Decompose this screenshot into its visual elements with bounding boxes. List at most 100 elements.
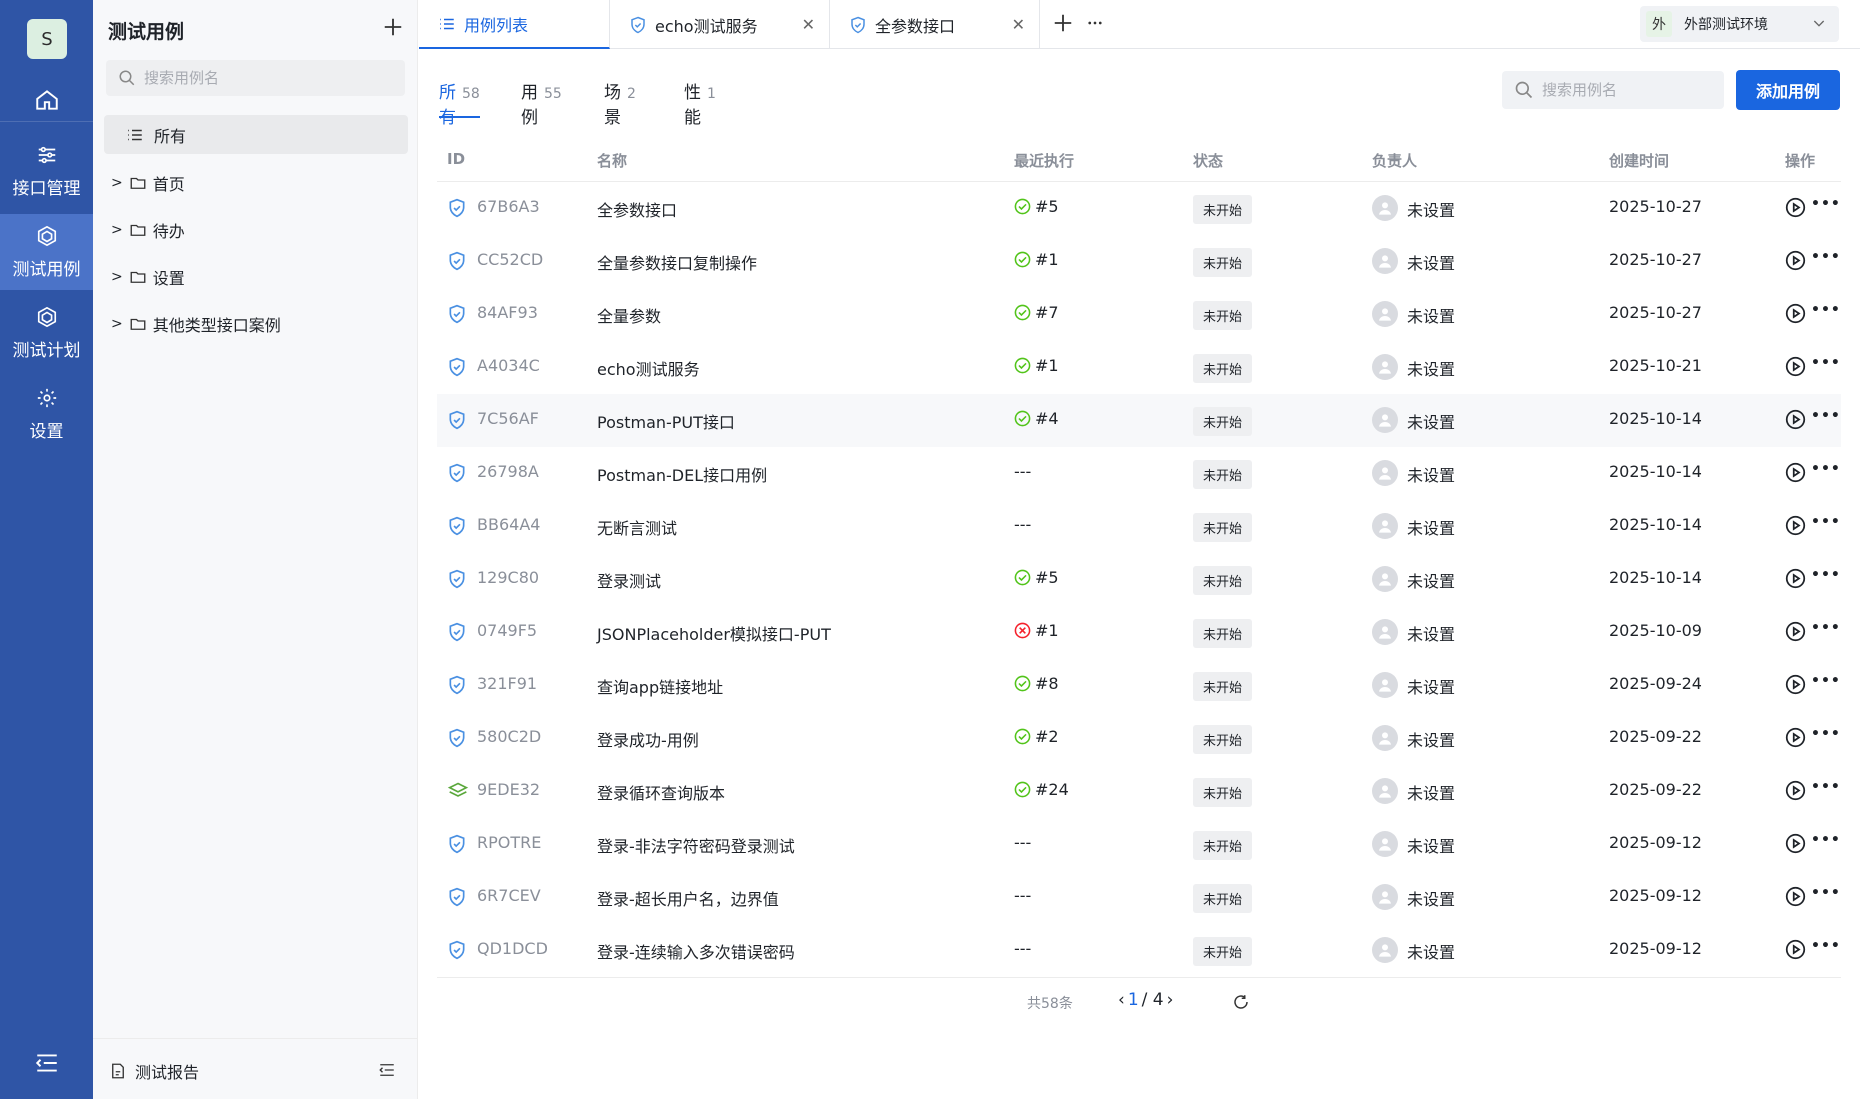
more-icon[interactable]: ••• [1811,779,1841,795]
run-icon[interactable] [1785,356,1806,377]
more-tabs-icon[interactable] [1084,14,1106,32]
run-icon[interactable] [1785,780,1806,801]
last-exec[interactable]: #24 [1014,780,1069,799]
last-exec[interactable]: #4 [1014,409,1059,428]
table-row[interactable]: 7C56AF Postman-PUT接口 #4 未开始 未设置 2025-10-14 ••• [437,394,1841,447]
last-exec[interactable]: #2 [1014,727,1059,746]
prev-page-icon[interactable]: ‹ [1118,990,1125,1010]
filter-all[interactable]: 所有 58 [439,78,480,128]
table-row[interactable]: QD1DCD 登录-连续输入多次错误密码 --- 未开始 未设置 2025-09-12 ••… [437,924,1841,977]
owner-name[interactable]: 未设置 [1407,833,1455,857]
run-button[interactable] [1785,833,1806,858]
close-icon[interactable]: ✕ [802,15,815,34]
refresh-icon[interactable] [1232,993,1250,1011]
table-row[interactable]: 129C80 登录测试 #5 未开始 未设置 2025-10-14 ••• [437,553,1841,606]
filter-performance[interactable]: 性能 1 [684,78,716,128]
run-button[interactable] [1785,462,1806,487]
more-icon[interactable]: ••• [1811,567,1841,583]
table-row[interactable]: 84AF93 全量参数 #7 未开始 未设置 2025-10-27 ••• [437,288,1841,341]
last-exec[interactable]: --- [1014,515,1031,534]
last-exec[interactable]: #1 [1014,356,1059,375]
run-icon[interactable] [1785,621,1806,642]
collapse-menu-icon[interactable] [34,1050,60,1076]
chevron-right-icon[interactable]: > [111,175,123,191]
last-exec[interactable]: --- [1014,462,1031,481]
add-icon[interactable] [382,16,404,38]
last-exec[interactable]: #1 [1014,621,1059,640]
run-button[interactable] [1785,727,1806,752]
run-button[interactable] [1785,621,1806,646]
case-name[interactable]: 无断言测试 [597,515,677,539]
nav-settings[interactable]: 设置 [0,376,93,452]
more-icon[interactable]: ••• [1811,408,1841,424]
last-exec[interactable]: #7 [1014,303,1059,322]
owner-name[interactable]: 未设置 [1407,409,1455,433]
avatar[interactable]: S [27,19,67,59]
run-button[interactable] [1785,568,1806,593]
test-report-link[interactable]: 测试报告 [109,1059,199,1083]
more-icon[interactable]: ••• [1811,726,1841,742]
table-row[interactable]: 0749F5 JSONPlaceholder模拟接口-PUT #1 未开始 未设置 202… [437,606,1841,659]
last-exec[interactable]: --- [1014,939,1031,958]
filter-scenarios[interactable]: 场景 2 [604,78,636,128]
table-row[interactable]: 26798A Postman-DEL接口用例 --- 未开始 未设置 2025-10-14… [437,447,1841,500]
run-button[interactable] [1785,250,1806,275]
col-last-exec[interactable]: 最近执行 [1014,150,1074,171]
run-icon[interactable] [1785,250,1806,271]
more-icon[interactable]: ••• [1811,461,1841,477]
chevron-right-icon[interactable]: > [111,316,123,332]
tab-case-list[interactable]: 用例列表 [419,0,610,49]
nav-test-plans[interactable]: 测试计划 [0,295,93,371]
owner-name[interactable]: 未设置 [1407,250,1455,274]
run-icon[interactable] [1785,674,1806,695]
run-button[interactable] [1785,674,1806,699]
run-icon[interactable] [1785,462,1806,483]
case-name[interactable]: Postman-PUT接口 [597,409,735,433]
more-icon[interactable]: ••• [1811,196,1841,212]
owner-name[interactable]: 未设置 [1407,568,1455,592]
table-row[interactable]: A4034C echo测试服务 #1 未开始 未设置 2025-10-21 ••• [437,341,1841,394]
col-owner[interactable]: 负责人 [1372,150,1417,171]
more-icon[interactable]: ••• [1811,620,1841,636]
more-icon[interactable]: ••• [1811,514,1841,530]
run-button[interactable] [1785,939,1806,964]
table-row[interactable]: 580C2D 登录成功-用例 #2 未开始 未设置 2025-09-22 ••• [437,712,1841,765]
case-name[interactable]: 登录测试 [597,568,661,592]
filter-cases[interactable]: 用例 55 [521,78,562,128]
add-case-button[interactable]: 添加用例 [1736,70,1840,110]
col-status[interactable]: 状态 [1193,150,1223,171]
case-name[interactable]: 全量参数接口复制操作 [597,250,757,274]
add-tab-icon[interactable] [1052,12,1074,34]
tab-all-params[interactable]: 全参数接口 ✕ [830,0,1040,49]
more-icon[interactable]: ••• [1811,832,1841,848]
run-button[interactable] [1785,197,1806,222]
run-icon[interactable] [1785,939,1806,960]
run-icon[interactable] [1785,515,1806,536]
more-icon[interactable]: ••• [1811,302,1841,318]
case-name[interactable]: 登录成功-用例 [597,727,699,751]
owner-name[interactable]: 未设置 [1407,621,1455,645]
table-row[interactable]: 321F91 查询app链接地址 #8 未开始 未设置 2025-09-24 ••• [437,659,1841,712]
last-exec[interactable]: #1 [1014,250,1059,269]
last-exec[interactable]: #8 [1014,674,1059,693]
owner-name[interactable]: 未设置 [1407,197,1455,221]
last-exec[interactable]: --- [1014,833,1031,852]
col-created[interactable]: 创建时间 [1609,150,1669,171]
run-icon[interactable] [1785,727,1806,748]
owner-name[interactable]: 未设置 [1407,727,1455,751]
chevron-right-icon[interactable]: > [111,269,123,285]
more-icon[interactable]: ••• [1811,249,1841,265]
next-page-icon[interactable]: › [1167,990,1174,1010]
home-button[interactable] [0,78,93,122]
run-icon[interactable] [1785,568,1806,589]
environment-select[interactable]: 外 外部测试环境 [1640,6,1839,42]
run-icon[interactable] [1785,886,1806,907]
tree-folder[interactable]: > 其他类型接口案例 [111,309,281,339]
run-icon[interactable] [1785,303,1806,324]
table-row[interactable]: CC52CD 全量参数接口复制操作 #1 未开始 未设置 2025-10-27 ••• [437,235,1841,288]
run-icon[interactable] [1785,409,1806,430]
owner-name[interactable]: 未设置 [1407,939,1455,963]
table-row[interactable]: BB64A4 无断言测试 --- 未开始 未设置 2025-10-14 ••• [437,500,1841,553]
more-icon[interactable]: ••• [1811,885,1841,901]
more-icon[interactable]: ••• [1811,938,1841,954]
